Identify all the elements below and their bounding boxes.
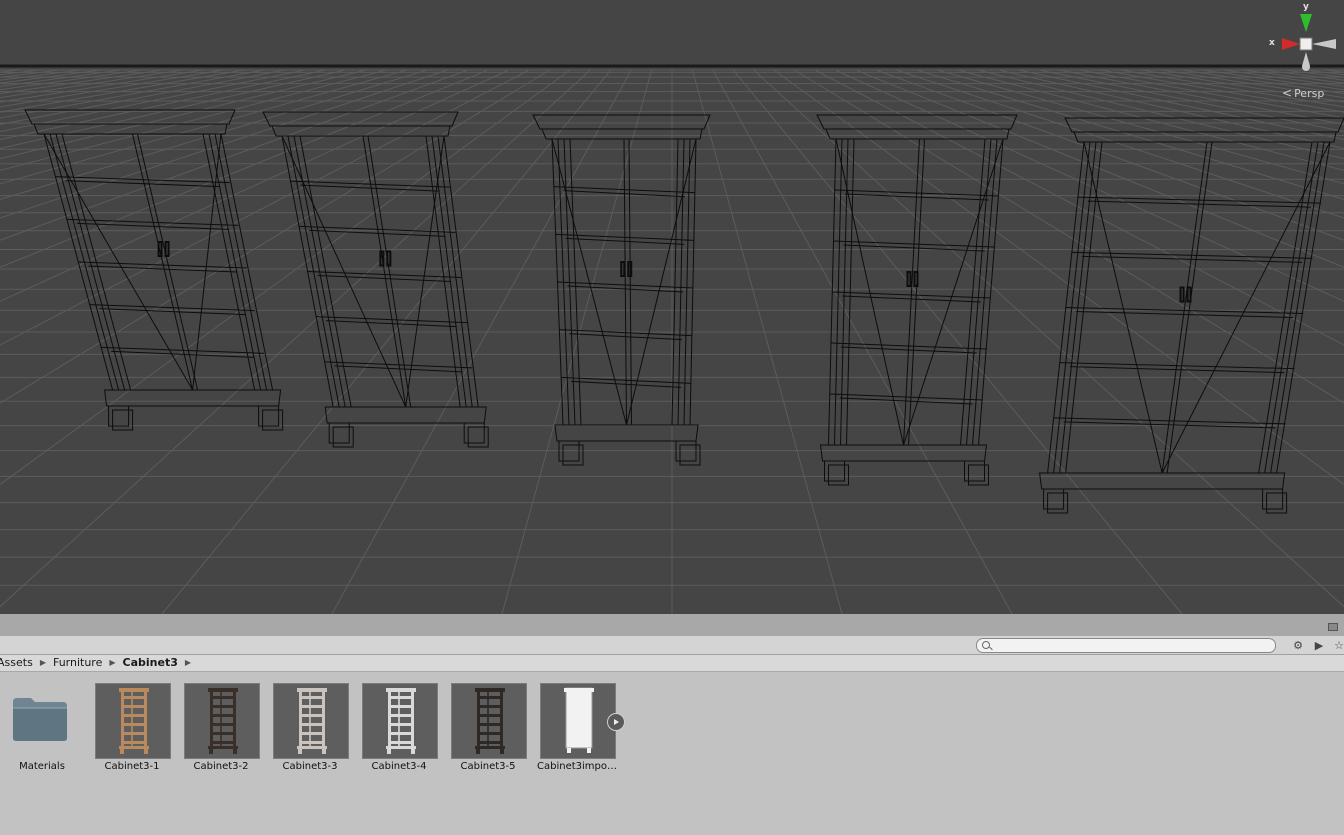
breadcrumb-bar: Assets ▶ Furniture ▶ Cabinet3 ▶ (0, 655, 1344, 672)
cabinet-thumbnail-shape (564, 687, 594, 753)
prefab-thumbnail (95, 683, 171, 759)
gizmo-center-cube[interactable] (1299, 37, 1313, 51)
projection-toggle[interactable]: < Persp (1282, 84, 1324, 102)
favorite-star-icon[interactable]: ☆ (1330, 637, 1344, 653)
prefab-thumbnail (362, 683, 438, 759)
asset-label: Cabinet3-1 (104, 761, 160, 772)
cabinet-wireframe[interactable] (532, 114, 711, 466)
breadcrumb-furniture[interactable]: Furniture (53, 656, 102, 669)
orientation-gizmo[interactable]: y x (1262, 0, 1344, 78)
cabinet-wireframe[interactable] (1039, 117, 1344, 514)
cabinet-thumbnail-shape (119, 688, 149, 754)
x-axis-cone[interactable] (1282, 38, 1300, 50)
chevron-right-icon: ▶ (184, 658, 192, 667)
asset-label: Cabinet3-3 (282, 761, 338, 772)
x-axis-label: x (1269, 38, 1275, 48)
model-thumbnail (540, 683, 616, 759)
search-input[interactable] (976, 638, 1276, 653)
asset-label: Cabinet3-4 (371, 761, 427, 772)
prefab-thumbnail (451, 683, 527, 759)
chevron-left-icon: < (1282, 86, 1293, 100)
cabinet-wireframe[interactable] (24, 109, 284, 431)
search-icon (982, 641, 990, 649)
panel-separator[interactable] (0, 614, 1344, 637)
cabinet-thumbnail-shape (386, 688, 416, 754)
breadcrumb-assets[interactable]: Assets (0, 656, 33, 669)
breadcrumb: Assets ▶ Furniture ▶ Cabinet3 ▶ (0, 656, 198, 669)
cabinet-wireframe[interactable] (816, 114, 1018, 486)
scene-viewport[interactable] (0, 0, 1344, 614)
prefab-thumbnail (184, 683, 260, 759)
lock-icon[interactable] (1328, 623, 1338, 631)
cabinet-thumbnail-shape (208, 688, 238, 754)
project-toolbar: ⚙ ▶ ☆ (0, 636, 1344, 655)
asset-label: Cabinet3-5 (460, 761, 516, 772)
scene-view[interactable]: y x < Persp (0, 0, 1344, 614)
breadcrumb-cabinet3[interactable]: Cabinet3 (123, 656, 178, 669)
create-icon[interactable]: ⚙ (1289, 637, 1307, 653)
chevron-right-icon: ▶ (39, 658, 46, 667)
cabinet-wireframe[interactable] (262, 111, 489, 448)
y-axis-cone[interactable] (1300, 14, 1312, 32)
chevron-right-icon: ▶ (109, 658, 116, 667)
cabinet-wireframes[interactable] (24, 109, 1344, 514)
cabinet-thumbnail-shape (475, 688, 505, 754)
cabinet-thumbnail-shape (297, 688, 327, 754)
scene-grid (0, 69, 1344, 614)
prefab-thumbnail (273, 683, 349, 759)
projection-label: Persp (1294, 86, 1325, 100)
asset-label: Materials (19, 761, 65, 772)
folder-icon (11, 696, 69, 742)
asset-label: Cabinet3-2 (193, 761, 249, 772)
neg-x-axis-cone[interactable] (1312, 39, 1336, 49)
y-axis-label: y (1303, 2, 1309, 12)
expand-arrow-icon[interactable] (607, 713, 625, 731)
asset-label: Cabinet3impo… (537, 761, 617, 772)
asset-grid: Materials Cabinet3-1 Cabinet3-2 Cabinet3… (0, 672, 1344, 835)
label-icon[interactable]: ▶ (1310, 637, 1328, 653)
